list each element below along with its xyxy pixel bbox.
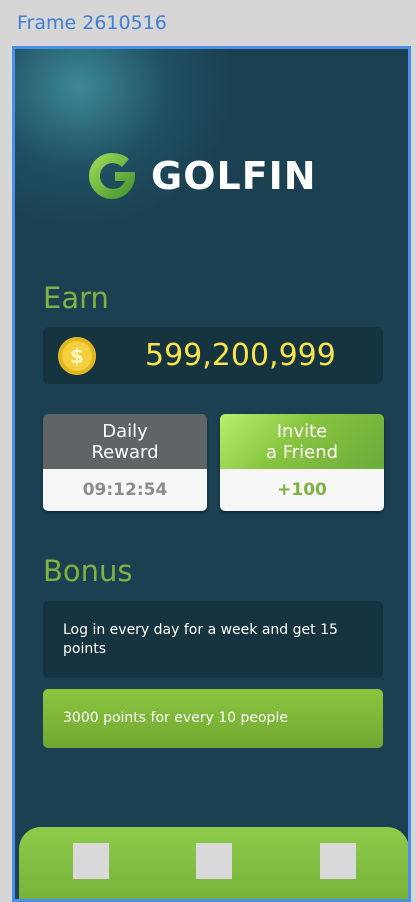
daily-reward-button[interactable]: Daily Reward 09:12:54: [43, 414, 207, 511]
daily-reward-label-line1: Daily: [102, 420, 148, 442]
nav-placeholder-2[interactable]: [196, 843, 232, 879]
invite-friend-label-line1: Invite: [276, 420, 328, 442]
brand-name: GOLFIN: [151, 154, 317, 198]
frame-label: Frame 2610516: [17, 12, 167, 34]
bottom-nav-bar: [19, 827, 408, 899]
invite-friend-label: Invite a Friend: [220, 414, 384, 469]
golfin-g-logo-icon: [89, 153, 135, 199]
app-screen: GOLFIN Earn $ 599,200,999 Daily Reward 0…: [12, 46, 411, 902]
invite-friend-button[interactable]: Invite a Friend +100: [220, 414, 384, 511]
daily-reward-label-line2: Reward: [91, 441, 159, 463]
bonus-title: Bonus: [43, 554, 133, 588]
daily-reward-timer: 09:12:54: [43, 469, 207, 511]
earn-title: Earn: [43, 281, 109, 315]
bonus-item-daily-login[interactable]: Log in every day for a week and get 15 p…: [43, 601, 383, 678]
nav-placeholder-3[interactable]: [320, 843, 356, 879]
nav-placeholder-1[interactable]: [73, 843, 109, 879]
balance-value: 599,200,999: [145, 338, 336, 373]
daily-reward-label: Daily Reward: [43, 414, 207, 469]
invite-friend-reward: +100: [220, 469, 384, 511]
invite-friend-label-line2: a Friend: [265, 441, 339, 463]
balance-card: $ 599,200,999: [43, 327, 383, 384]
bonus-item-referral[interactable]: 3000 points for every 10 people: [43, 689, 383, 748]
brand-logo: GOLFIN: [85, 149, 317, 203]
dollar-coin-icon: $: [58, 337, 96, 375]
